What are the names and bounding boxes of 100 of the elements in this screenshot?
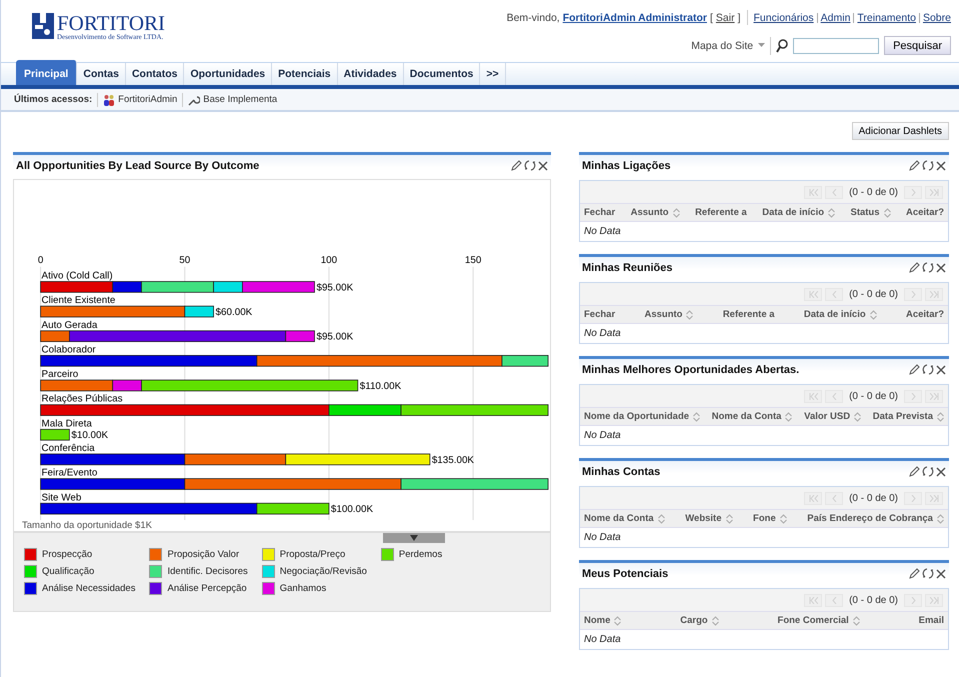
column-header[interactable]: Email — [918, 615, 944, 626]
bracket-text: [ — [710, 12, 713, 24]
column-header[interactable]: Status — [850, 207, 880, 218]
caret-icon[interactable] — [758, 43, 766, 48]
refresh-icon[interactable] — [524, 160, 536, 171]
sort-icon[interactable] — [936, 412, 944, 422]
close-icon[interactable] — [936, 262, 946, 272]
refresh-icon[interactable] — [922, 160, 934, 171]
nav-tab[interactable]: Documentos — [404, 63, 480, 85]
column-header[interactable]: Data de início — [804, 309, 866, 320]
recent-link[interactable]: FortitoriAdmin — [118, 94, 178, 105]
column-header[interactable]: Fechar — [584, 207, 616, 218]
column-header[interactable]: Nome da Conta — [712, 411, 782, 422]
column-header[interactable]: Website — [685, 513, 722, 524]
sort-icon[interactable] — [726, 514, 732, 524]
header-link[interactable]: Sobre — [922, 12, 951, 24]
sort-icon[interactable] — [614, 616, 622, 626]
edit-icon[interactable] — [909, 466, 920, 477]
logout-link[interactable]: Sair — [716, 12, 735, 24]
column-header[interactable]: Assunto — [630, 207, 669, 218]
user-link[interactable]: FortitoriAdmin Administrator — [562, 12, 707, 24]
next-page-button[interactable] — [904, 492, 922, 504]
close-icon[interactable] — [936, 568, 946, 578]
sort-icon[interactable] — [852, 616, 860, 626]
column-header[interactable]: Referente a — [722, 309, 775, 320]
last-page-button[interactable] — [925, 390, 943, 402]
refresh-icon[interactable] — [922, 262, 934, 273]
column-header[interactable]: Referente a — [695, 207, 747, 218]
collapse-toggle[interactable] — [383, 533, 445, 543]
last-page-button[interactable] — [925, 288, 943, 300]
sort-icon[interactable] — [884, 208, 891, 218]
header-link[interactable]: Treinamento — [857, 12, 916, 24]
column-header[interactable]: Assunto — [644, 309, 682, 320]
legend-label: Análise Percepção — [167, 583, 247, 594]
column-header[interactable]: Aceitar? — [906, 207, 944, 218]
refresh-icon[interactable] — [922, 466, 934, 477]
column-header[interactable]: Valor USD — [804, 411, 850, 422]
refresh-icon[interactable] — [922, 568, 934, 579]
recent-link[interactable]: Base Implementa — [203, 94, 278, 105]
next-page-button[interactable] — [904, 186, 922, 198]
column-header[interactable]: Nome da Conta — [584, 513, 654, 524]
sort-icon[interactable] — [693, 412, 700, 422]
header-link[interactable]: Funcionários — [754, 12, 814, 24]
nav-tab[interactable]: Contas — [77, 63, 126, 85]
close-icon[interactable] — [538, 160, 548, 170]
last-page-button[interactable] — [925, 492, 943, 504]
edit-icon[interactable] — [909, 160, 920, 171]
edit-icon[interactable] — [909, 568, 920, 579]
close-icon[interactable] — [936, 160, 946, 170]
nav-tab[interactable]: Potenciais — [272, 63, 338, 85]
nav-tab[interactable]: >> — [480, 63, 506, 85]
column-header[interactable]: Fone Comercial — [778, 615, 849, 626]
sort-icon[interactable] — [828, 208, 836, 218]
sort-icon[interactable] — [712, 616, 719, 626]
sort-icon[interactable] — [672, 208, 680, 218]
column-header[interactable]: Nome da Oportunidade — [584, 411, 690, 422]
column-header[interactable]: Data Prevista — [872, 411, 933, 422]
nav-tab[interactable]: Contatos — [126, 63, 184, 85]
nav-tab[interactable]: Principal — [16, 60, 78, 85]
edit-icon[interactable] — [909, 364, 920, 375]
column-header[interactable]: Data de início — [762, 207, 824, 218]
close-icon[interactable] — [936, 364, 946, 374]
refresh-icon[interactable] — [922, 364, 934, 375]
close-icon[interactable] — [936, 466, 946, 476]
sort-icon[interactable] — [870, 310, 877, 320]
previous-page-button[interactable] — [825, 390, 844, 402]
header-link[interactable]: Admin — [820, 12, 850, 24]
next-page-button[interactable] — [904, 288, 922, 300]
last-page-button[interactable] — [925, 186, 943, 198]
sitemap-dropdown[interactable]: Mapa do Site — [691, 40, 754, 52]
sort-icon[interactable] — [658, 514, 665, 524]
next-page-button[interactable] — [904, 594, 922, 606]
column-header[interactable]: Nome — [584, 615, 610, 626]
search-field[interactable] — [793, 38, 880, 54]
last-page-button[interactable] — [925, 594, 943, 606]
column-header[interactable]: Aceitar? — [906, 309, 944, 320]
column-header[interactable]: País Endereço de Cobrança — [807, 513, 933, 524]
first-page-icon — [808, 188, 818, 196]
sort-icon[interactable] — [780, 514, 787, 524]
next-page-button[interactable] — [904, 390, 922, 402]
sort-icon[interactable] — [854, 412, 862, 422]
previous-page-button[interactable] — [825, 594, 844, 606]
add-dashlets-button[interactable]: Adicionar Dashlets — [852, 122, 949, 140]
previous-page-button[interactable] — [825, 288, 844, 300]
previous-page-button[interactable] — [825, 492, 844, 504]
page-range: (0 - 0 de 0) — [848, 186, 899, 198]
edit-icon[interactable] — [511, 160, 522, 171]
search-button[interactable]: Pesquisar — [884, 36, 951, 55]
column-header[interactable]: Cargo — [680, 615, 708, 626]
search-icon[interactable] — [776, 38, 788, 52]
nav-tab[interactable]: Atividades — [338, 63, 404, 85]
sort-icon[interactable] — [785, 412, 792, 422]
previous-page-button[interactable] — [825, 186, 844, 198]
column-header[interactable]: Fone — [753, 513, 776, 524]
sort-icon[interactable] — [686, 310, 694, 320]
edit-icon[interactable] — [909, 262, 920, 273]
column-header[interactable]: Fechar — [584, 309, 616, 320]
legend-label: Análise Necessidades — [42, 583, 136, 594]
nav-tab[interactable]: Oportunidades — [184, 63, 272, 85]
sort-icon[interactable] — [936, 514, 944, 524]
